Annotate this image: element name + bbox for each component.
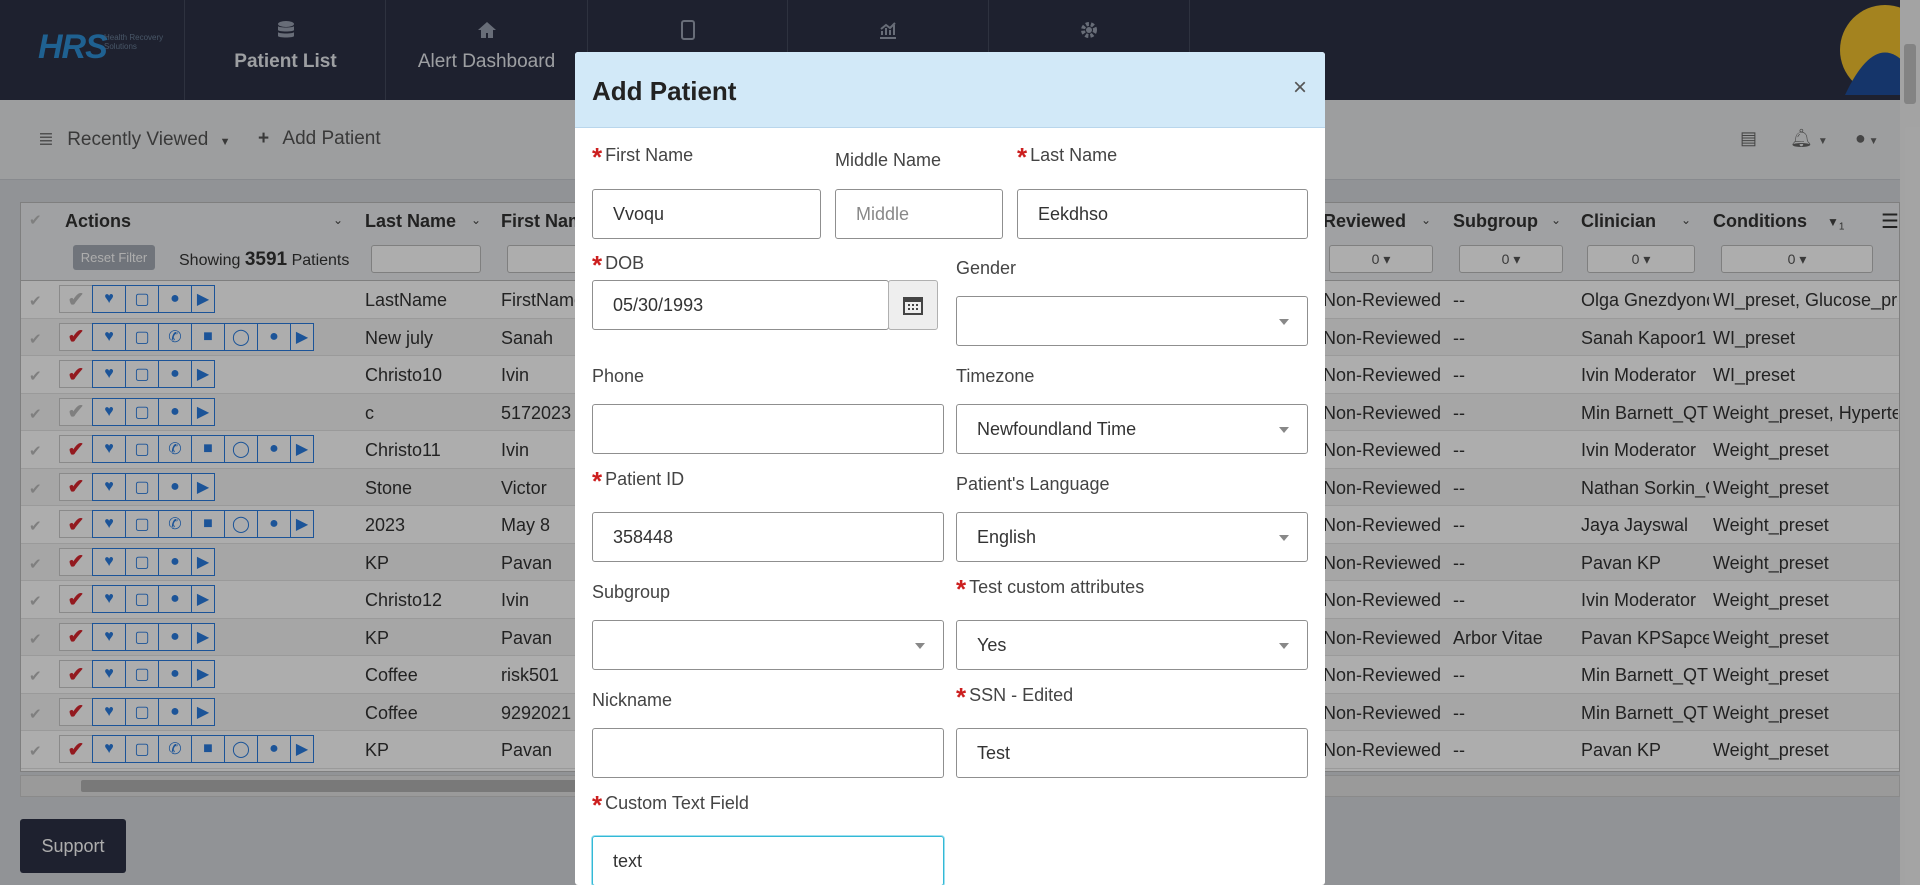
patient-id-label: * Patient ID [592,468,685,494]
modal-header: Add Patient × [575,52,1325,128]
select-value: English [977,527,1037,547]
last-name-label: * Last Name [1017,144,1118,170]
phone-label: Phone [592,366,645,386]
chevron-down-icon [915,643,925,649]
add-patient-modal: Add Patient × * First Name Vvoqu Middle N… [575,52,1325,885]
chevron-down-icon [1279,535,1289,541]
subgroup-label: Subgroup [592,582,671,602]
middle-name-input[interactable]: Middle [835,189,1003,239]
required-asterisk: * [956,574,967,604]
chevron-down-icon [1279,643,1289,649]
required-asterisk: * [1017,142,1028,172]
first-name-label: * First Name [592,144,694,170]
modal-title: Add Patient [592,76,737,106]
dob-input[interactable]: 05/30/1993 [592,280,889,330]
first-name-input[interactable]: Vvoqu [592,189,821,239]
label-text: Test custom attributes [969,577,1145,597]
label-text: First Name [605,145,694,165]
required-asterisk: * [592,466,603,496]
required-asterisk: * [592,250,603,280]
required-asterisk: * [592,142,603,172]
test-custom-label: * Test custom attributes [956,576,1145,602]
ssn-input[interactable]: Test [956,728,1308,778]
timezone-select[interactable]: Newfoundland Time [956,404,1308,454]
label-text: DOB [605,253,645,273]
timezone-label: Timezone [956,366,1035,386]
dob-label: * DOB [592,252,645,278]
nickname-label: Nickname [592,690,673,710]
gender-select[interactable] [956,296,1308,346]
patient-id-input[interactable]: 358448 [592,512,944,562]
gender-label: Gender [956,258,1017,278]
ssn-label: * SSN - Edited [956,684,1074,710]
select-value: Newfoundland Time [977,419,1137,439]
language-select[interactable]: English [956,512,1308,562]
language-label: Patient's Language [956,474,1110,494]
nickname-input[interactable] [592,728,944,778]
label-text: Custom Text Field [605,793,749,813]
phone-input[interactable] [592,404,944,454]
chevron-down-icon [1279,427,1289,433]
last-name-input[interactable]: Eekdhso [1017,189,1308,239]
select-value: Yes [977,635,1007,655]
required-asterisk: * [592,790,603,820]
label-text: SSN - Edited [969,685,1074,705]
required-asterisk: * [956,682,967,712]
close-icon[interactable]: × [1293,76,1307,100]
middle-name-label: Middle Name [835,150,942,170]
label-text: Last Name [1030,145,1118,165]
subgroup-select[interactable] [592,620,944,670]
label-text: Patient ID [605,469,685,489]
test-custom-select[interactable]: Yes [956,620,1308,670]
calendar-icon[interactable] [888,280,938,330]
chevron-down-icon [1279,319,1289,325]
custom-text-input[interactable]: text [592,836,944,885]
custom-text-label: * Custom Text Field [592,792,749,818]
